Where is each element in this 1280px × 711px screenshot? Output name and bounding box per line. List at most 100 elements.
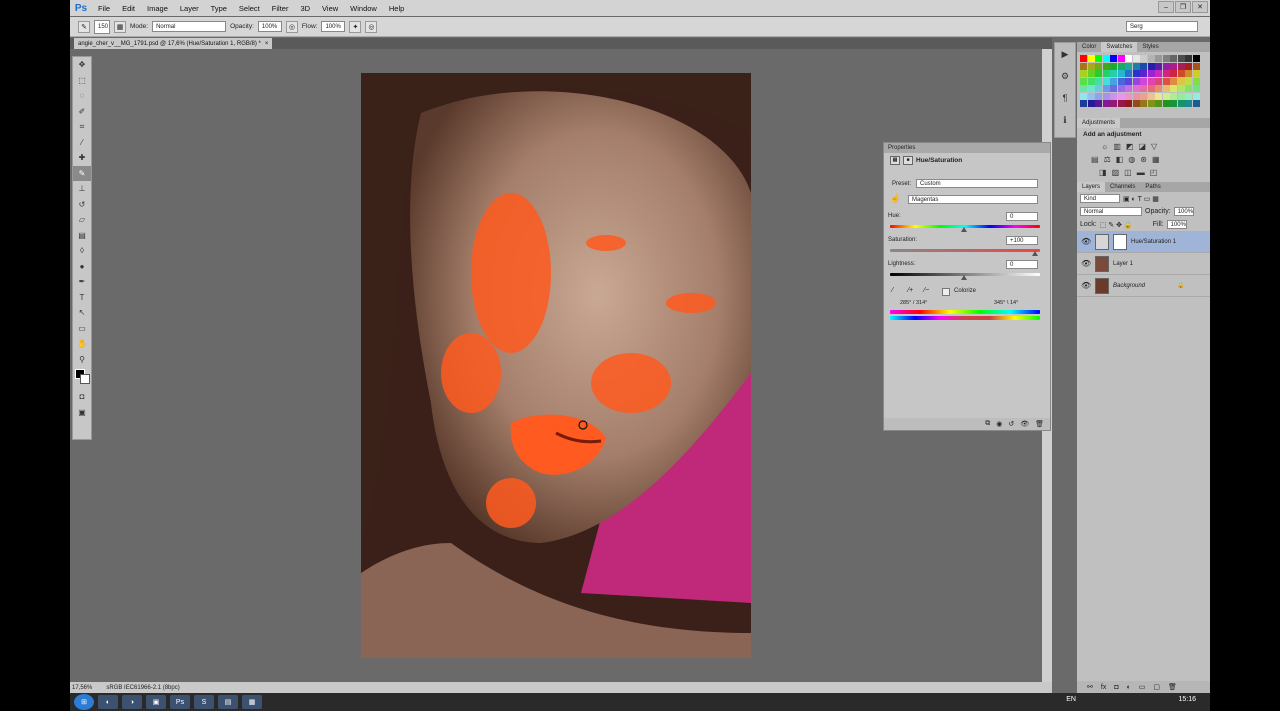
link-layers-icon[interactable]: ⚯ — [1087, 683, 1093, 691]
opacity-field[interactable]: 100% — [257, 21, 282, 32]
document-canvas[interactable] — [361, 73, 751, 658]
swatch[interactable] — [1140, 70, 1147, 77]
swatch[interactable] — [1132, 62, 1140, 70]
blend-mode-select[interactable]: Normal — [1080, 207, 1142, 216]
swatch[interactable] — [1117, 85, 1125, 92]
swatch[interactable] — [1170, 92, 1177, 100]
swatch[interactable] — [1087, 92, 1095, 100]
tab-styles[interactable]: Styles — [1137, 42, 1163, 52]
swatch[interactable] — [1140, 77, 1147, 85]
layer-kind-select[interactable]: Kind — [1080, 194, 1120, 203]
swatch[interactable] — [1117, 100, 1125, 107]
swatch[interactable] — [1170, 55, 1177, 62]
posterize-icon[interactable]: ▨ — [1112, 168, 1120, 177]
tab-adjustments[interactable]: Adjustments — [1077, 118, 1121, 128]
workspace-select[interactable]: Serg — [1126, 21, 1198, 32]
lightness-field[interactable]: 0 — [1006, 260, 1038, 269]
clock[interactable]: 15:16 — [1178, 696, 1196, 703]
swatch[interactable] — [1110, 70, 1117, 77]
swatch[interactable] — [1095, 92, 1102, 100]
hue-saturation-icon[interactable]: ▤ — [1091, 155, 1099, 164]
taskbar-app-icon[interactable]: ◑ — [122, 695, 142, 709]
swatch[interactable] — [1110, 92, 1117, 100]
swatch[interactable] — [1117, 77, 1125, 85]
layer-row[interactable]: 👁 Hue/Saturation 1 — [1077, 231, 1210, 253]
gradient-map-icon[interactable]: ▬ — [1137, 168, 1145, 177]
swatch[interactable] — [1162, 100, 1170, 107]
saturation-slider-thumb[interactable] — [1032, 251, 1038, 256]
threshold-icon[interactable]: ◫ — [1124, 168, 1132, 177]
swatch[interactable] — [1155, 92, 1162, 100]
eye-icon[interactable]: 👁 — [1081, 281, 1091, 290]
swatch[interactable] — [1102, 92, 1110, 100]
eye-icon[interactable]: 👁 — [1081, 259, 1091, 268]
tab-channels[interactable]: Channels — [1105, 182, 1140, 192]
swatch[interactable] — [1192, 62, 1200, 70]
channel-select[interactable]: Magentas — [908, 195, 1038, 204]
swatch[interactable] — [1117, 70, 1125, 77]
crop-tool-icon[interactable]: ⌗ — [73, 119, 91, 135]
taskbar-app-icon[interactable]: S — [194, 695, 214, 709]
play-icon[interactable]: ▶ — [1055, 43, 1075, 65]
swatch[interactable] — [1147, 55, 1155, 62]
swatch[interactable] — [1155, 62, 1162, 70]
reset-icon[interactable]: ↺ — [1008, 420, 1014, 428]
swatch[interactable] — [1140, 92, 1147, 100]
tab-swatches[interactable]: Swatches — [1101, 42, 1138, 52]
swatch[interactable] — [1117, 92, 1125, 100]
hue-slider-thumb[interactable] — [961, 227, 967, 232]
mask-icon[interactable]: ■ — [903, 155, 913, 165]
swatch[interactable] — [1185, 85, 1192, 92]
selective-color-icon[interactable]: ◰ — [1150, 168, 1158, 177]
eye-icon[interactable]: 👁 — [1081, 237, 1091, 246]
swatch[interactable] — [1170, 70, 1177, 77]
invert-icon[interactable]: ◨ — [1099, 168, 1107, 177]
curves-icon[interactable]: ◩ — [1126, 142, 1134, 151]
swatch[interactable] — [1080, 62, 1087, 70]
swatch[interactable] — [1125, 77, 1132, 85]
swatch[interactable] — [1125, 92, 1132, 100]
close-tab-icon[interactable]: × — [265, 41, 269, 47]
swatch[interactable] — [1110, 55, 1117, 62]
swatch[interactable] — [1185, 77, 1192, 85]
blur-tool-icon[interactable]: ◊ — [73, 243, 91, 259]
channel-mixer-icon[interactable]: ⊛ — [1140, 155, 1147, 164]
swatch[interactable] — [1110, 100, 1117, 107]
brush-panel-icon[interactable]: ▦ — [114, 20, 126, 33]
swatch[interactable] — [1087, 55, 1095, 62]
pressure-size-icon[interactable]: ◎ — [365, 20, 378, 33]
hue-field[interactable]: 0 — [1006, 212, 1038, 221]
swatch[interactable] — [1170, 62, 1177, 70]
swatch[interactable] — [1132, 92, 1140, 100]
tab-color[interactable]: Color — [1077, 42, 1101, 52]
menu-window[interactable]: Window — [344, 4, 383, 13]
tab-paths[interactable]: Paths — [1140, 182, 1165, 192]
swatch[interactable] — [1140, 62, 1147, 70]
dodge-tool-icon[interactable]: ● — [73, 259, 91, 275]
history-brush-tool-icon[interactable]: ↺ — [73, 197, 91, 213]
screen-mode-icon[interactable]: ▣ — [73, 405, 91, 421]
menu-view[interactable]: View — [316, 4, 344, 13]
layer-mask-thumbnail[interactable] — [1113, 233, 1127, 250]
preset-select[interactable]: Custom — [916, 179, 1038, 188]
swatch[interactable] — [1102, 85, 1110, 92]
swatch[interactable] — [1102, 70, 1110, 77]
vibrance-icon[interactable]: ▽ — [1151, 142, 1157, 151]
hand-adjust-icon[interactable]: ☝ — [890, 194, 900, 203]
hand-tool-icon[interactable]: ✋ — [73, 336, 91, 352]
swatch[interactable] — [1095, 85, 1102, 92]
swatch[interactable] — [1087, 100, 1095, 107]
swatch[interactable] — [1095, 100, 1102, 107]
color-swatches[interactable] — [73, 367, 91, 389]
layer-fill-field[interactable]: 100% — [1166, 220, 1187, 229]
swatch[interactable] — [1087, 70, 1095, 77]
swatch[interactable] — [1192, 85, 1200, 92]
swatch[interactable] — [1185, 100, 1192, 107]
swatch[interactable] — [1117, 62, 1125, 70]
photo-filter-icon[interactable]: ◍ — [1128, 155, 1135, 164]
swatch[interactable] — [1095, 55, 1102, 62]
swatch[interactable] — [1147, 85, 1155, 92]
swatch[interactable] — [1102, 100, 1110, 107]
close-button[interactable]: ✕ — [1192, 1, 1208, 13]
swatch[interactable] — [1162, 85, 1170, 92]
